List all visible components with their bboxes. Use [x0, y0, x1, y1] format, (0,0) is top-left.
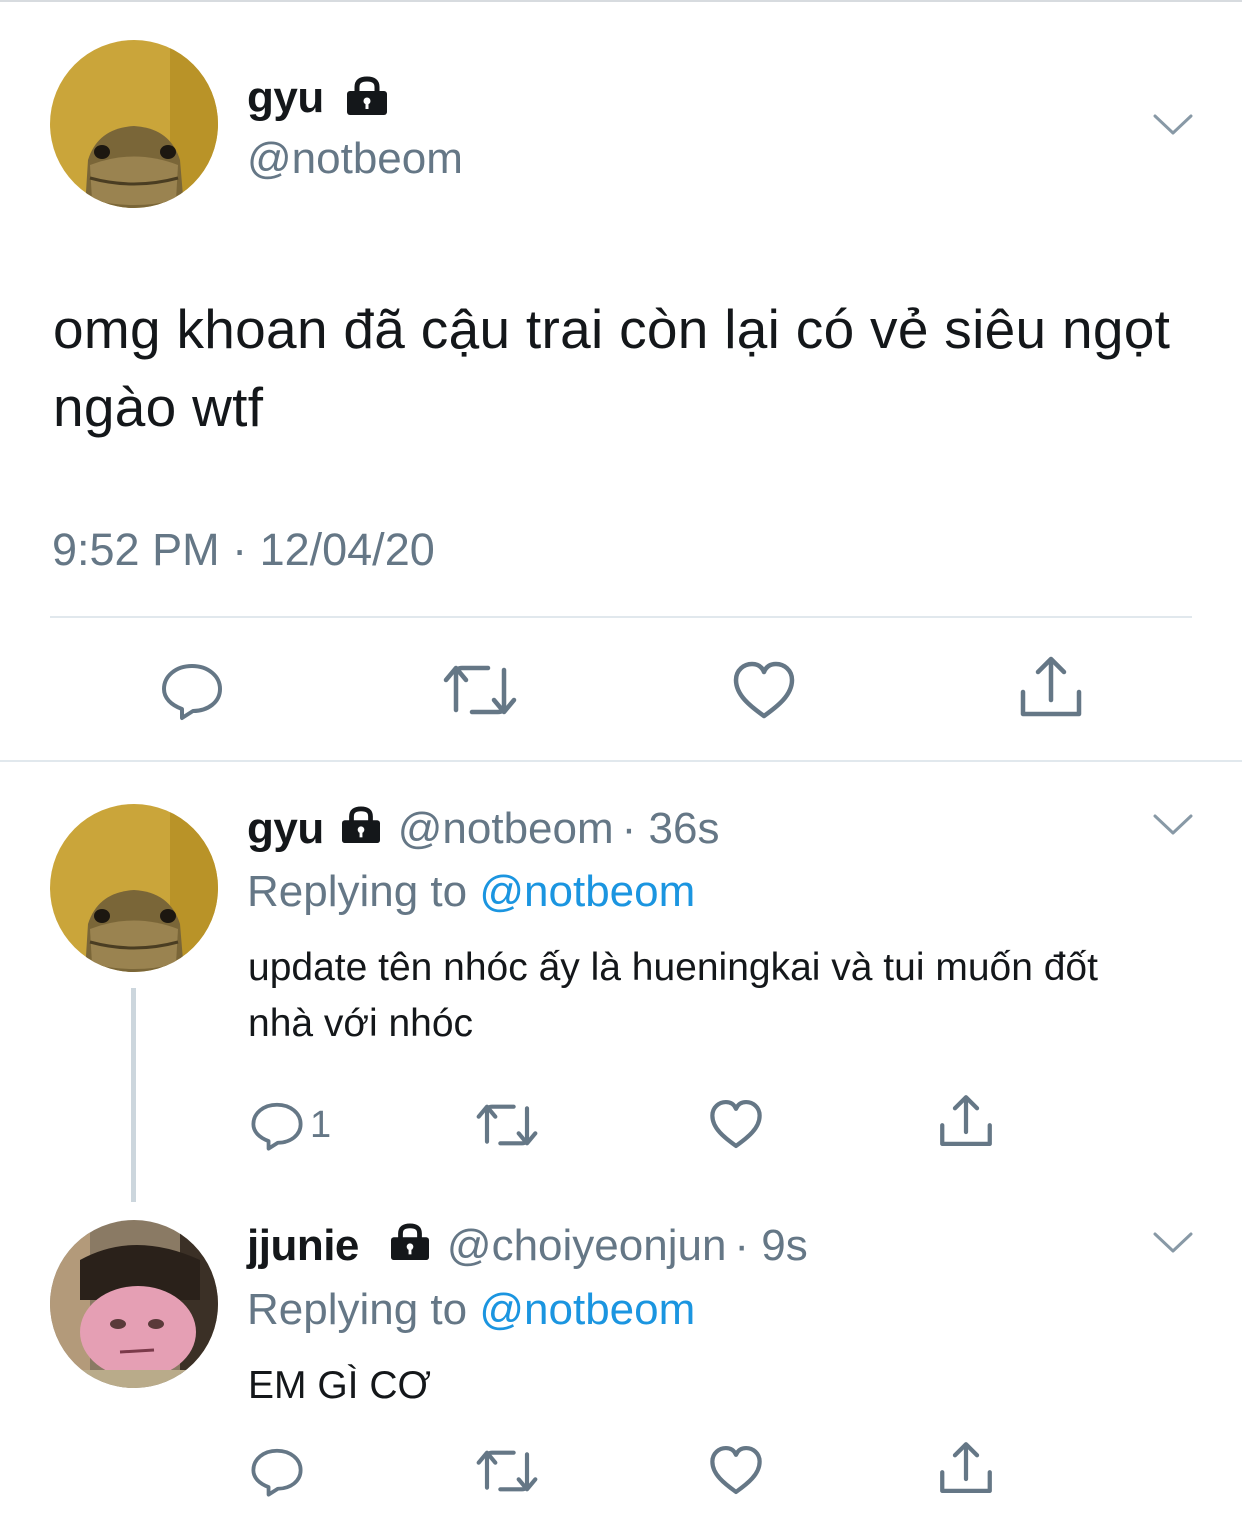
section-divider — [0, 760, 1242, 762]
main-divider — [50, 616, 1192, 618]
share-icon — [1020, 656, 1082, 717]
like-button[interactable] — [709, 1444, 763, 1496]
reply-icon — [251, 1102, 303, 1151]
replying-to-line: Replying to @notbeom — [247, 867, 696, 916]
share-icon — [940, 1442, 992, 1494]
mention-link[interactable]: @notbeom — [479, 867, 695, 916]
reply-icon — [251, 1448, 303, 1497]
chevron-down-icon[interactable] — [1152, 112, 1194, 143]
retweet-button[interactable] — [442, 660, 518, 720]
like-button[interactable] — [732, 660, 796, 720]
reply-display-name[interactable]: jjunie — [247, 1224, 359, 1268]
retweet-button[interactable] — [475, 1446, 539, 1496]
reply-button[interactable]: 1 — [250, 1098, 331, 1152]
reply-handle[interactable]: @notbeom — [398, 807, 614, 851]
share-button[interactable] — [938, 1440, 994, 1496]
share-button[interactable] — [938, 1093, 994, 1149]
reply-time: · 9s — [734, 1221, 808, 1270]
lock-icon — [387, 1223, 433, 1269]
reply-count: 1 — [310, 1103, 332, 1146]
retweet-icon — [476, 1104, 538, 1146]
retweet-button[interactable] — [475, 1100, 539, 1150]
chevron-down-icon[interactable] — [1152, 812, 1194, 843]
main-display-name[interactable]: gyu — [247, 76, 391, 124]
reply-text: EM GÌ CƠ — [248, 1364, 431, 1407]
lock-icon — [343, 76, 391, 124]
reply-time: · 36s — [621, 804, 720, 853]
chevron-down-icon[interactable] — [1152, 1230, 1194, 1261]
like-button[interactable] — [709, 1098, 763, 1150]
like-icon — [710, 1445, 762, 1495]
reply-icon — [162, 664, 222, 720]
retweet-icon — [476, 1450, 538, 1492]
reply-header: jjunie @choiyeonjun · 9s — [247, 1223, 808, 1269]
like-icon — [710, 1099, 762, 1149]
mention-link[interactable]: @notbeom — [479, 1285, 695, 1334]
reply-text: update tên nhóc ấy là hueningkai và tui … — [248, 946, 1098, 1045]
reply-avatar-gyu[interactable] — [50, 804, 218, 972]
main-avatar[interactable] — [50, 40, 218, 208]
replying-to-line: Replying to @notbeom — [247, 1285, 696, 1334]
reply-button[interactable] — [250, 1444, 304, 1498]
reply-avatar-jjunie[interactable] — [50, 1220, 218, 1388]
reply-header: gyu @notbeom · 36s — [247, 806, 719, 852]
lock-icon — [338, 806, 384, 852]
share-icon — [940, 1095, 992, 1147]
reply-handle[interactable]: @choiyeonjun — [447, 1224, 727, 1268]
main-tweet-text: omg khoan đã cậu trai còn lại có vẻ siêu… — [53, 298, 1171, 438]
reply-button[interactable] — [160, 658, 224, 722]
main-handle[interactable]: @notbeom — [247, 137, 463, 181]
reply-display-name[interactable]: gyu — [247, 807, 324, 851]
top-border — [0, 0, 1242, 2]
thread-connector — [131, 988, 136, 1202]
like-icon — [733, 661, 795, 719]
share-button[interactable] — [1018, 654, 1084, 720]
retweet-icon — [443, 665, 517, 715]
main-timestamp[interactable]: 9:52 PM · 12/04/20 — [52, 524, 435, 576]
